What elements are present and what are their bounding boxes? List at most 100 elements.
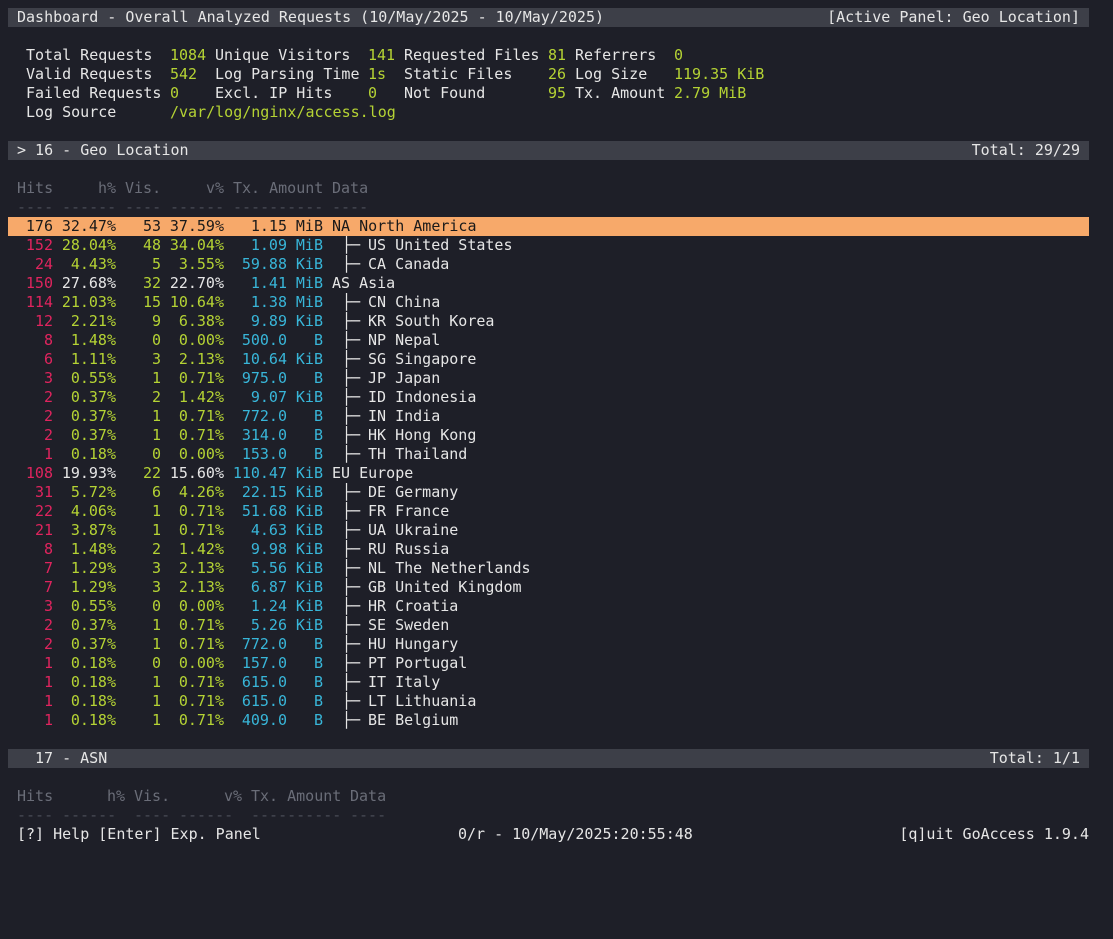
hits-cell: 108	[25, 464, 53, 482]
geo-country-row[interactable]: 3 0.55% 1 0.71% 975.0 B ├─ JP Japan	[0, 369, 1113, 388]
visitors-cell: 48	[142, 236, 161, 254]
stats-row: Total Requests 1084 Unique Visitors 141 Requ…	[0, 46, 1113, 65]
geo-country-row[interactable]: 8 1.48% 2 1.42% 9.98 KiB ├─ RU Russia	[0, 540, 1113, 559]
visitors-percent-cell: 0.00%	[178, 654, 224, 672]
tx-amount-cell: 59.88	[241, 255, 287, 273]
asn-panel-header[interactable]: 17 - ASN Total: 1/1	[8, 749, 1089, 768]
geo-location-panel-title[interactable]: > 16 - Geo Location	[17, 141, 189, 160]
visitors-cell: 1	[151, 711, 161, 729]
asn-panel-title[interactable]: 17 - ASN	[35, 749, 107, 768]
stat-value: 1s	[368, 65, 387, 83]
visitors-cell: 2	[151, 388, 161, 406]
hits-percent-cell: 4.06%	[70, 502, 116, 520]
tx-amount-cell: 157.0	[241, 654, 287, 672]
hits-percent-cell: 0.18%	[70, 673, 116, 691]
tx-unit-cell: B	[313, 635, 323, 653]
hits-cell: 150	[25, 274, 53, 292]
geo-location-panel-header[interactable]: > 16 - Geo Location Total: 29/29	[8, 141, 1089, 160]
hits-cell: 7	[43, 559, 53, 577]
visitors-cell: 1	[151, 407, 161, 425]
visitors-cell: 3	[151, 578, 161, 596]
geo-country-row[interactable]: 152 28.04% 48 34.04% 1.09 MiB ├─ US United Stat…	[0, 236, 1113, 255]
tx-unit-cell: KiB	[295, 483, 323, 501]
geo-country-row[interactable]: 1 0.18% 1 0.71% 409.0 B ├─ BE Belgium	[0, 711, 1113, 730]
geo-country-row[interactable]: 1 0.18% 0 0.00% 153.0 B ├─ TH Thailand	[0, 445, 1113, 464]
geo-country-row[interactable]: 1 0.18% 1 0.71% 615.0 B ├─ LT Lithuania	[0, 692, 1113, 711]
tx-amount-cell: 5.26	[250, 616, 287, 634]
geo-group-row[interactable]: 150 27.68% 32 22.70% 1.41 MiB AS Asia	[0, 274, 1113, 293]
tx-unit-cell: B	[313, 331, 323, 349]
tree-branch: ├─	[342, 578, 361, 596]
geo-country-row[interactable]: 22 4.06% 1 0.71% 51.68 KiB ├─ FR France	[0, 502, 1113, 521]
tx-amount-cell: 6.87	[250, 578, 287, 596]
tx-amount-cell: 110.47	[232, 464, 287, 482]
location-name: IN India	[368, 407, 441, 425]
hits-cell: 152	[25, 236, 53, 254]
geo-country-row[interactable]: 8 1.48% 0 0.00% 500.0 B ├─ NP Nepal	[0, 331, 1113, 350]
stat-label: Excl. IP Hits	[215, 84, 333, 102]
col-data: Data	[332, 179, 369, 197]
stat-label: Referrers	[575, 46, 657, 64]
footer-bar: [?] Help [Enter] Exp. Panel 0/r - 10/May…	[0, 825, 1113, 844]
geo-country-row[interactable]: 12 2.21% 9 6.38% 9.89 KiB ├─ KR South Korea	[0, 312, 1113, 331]
hits-cell: 1	[43, 692, 53, 710]
location-name: JP Japan	[368, 369, 441, 387]
location-name: NA North America	[332, 217, 477, 235]
tx-unit-cell: KiB	[295, 350, 323, 368]
tx-amount-cell: 5.56	[250, 559, 287, 577]
geo-country-row[interactable]: 2 0.37% 1 0.71% 314.0 B ├─ HK Hong Kong	[0, 426, 1113, 445]
geo-country-row[interactable]: 7 1.29% 3 2.13% 5.56 KiB ├─ NL The Netherlands	[0, 559, 1113, 578]
location-name: SG Singapore	[368, 350, 477, 368]
geo-location-total: Total: 29/29	[971, 141, 1080, 159]
geo-country-row[interactable]: 2 0.37% 1 0.71% 772.0 B ├─ IN India	[0, 407, 1113, 426]
visitors-cell: 3	[151, 350, 161, 368]
tx-unit-cell: KiB	[295, 521, 323, 539]
tree-branch: ├─	[342, 445, 361, 463]
hits-cell: 3	[43, 369, 53, 387]
geo-country-row[interactable]: 24 4.43% 5 3.55% 59.88 KiB ├─ CA Canada	[0, 255, 1113, 274]
tx-unit-cell: B	[313, 673, 323, 691]
geo-country-row[interactable]: 21 3.87% 1 0.71% 4.63 KiB ├─ UA Ukraine	[0, 521, 1113, 540]
geo-country-row[interactable]: 6 1.11% 3 2.13% 10.64 KiB ├─ SG Singapore	[0, 350, 1113, 369]
geo-country-row[interactable]: 1 0.18% 0 0.00% 157.0 B ├─ PT Portugal	[0, 654, 1113, 673]
tx-amount-cell: 9.98	[250, 540, 287, 558]
dashboard-title: Dashboard - Overall Analyzed Requests (1…	[17, 8, 604, 26]
quit-hint[interactable]: [q]uit GoAccess 1.9.4	[899, 825, 1089, 844]
location-name: LT Lithuania	[368, 692, 477, 710]
visitors-cell: 1	[151, 369, 161, 387]
geo-group-row[interactable]: 176 32.47% 53 37.59% 1.15 MiB NA North America	[0, 217, 1113, 236]
tree-branch: ├─	[342, 654, 361, 672]
visitors-cell: 0	[151, 597, 161, 615]
geo-group-row[interactable]: 108 19.93% 22 15.60% 110.47 KiB EU Europe	[0, 464, 1113, 483]
visitors-percent-cell: 2.13%	[178, 559, 224, 577]
visitors-cell: 2	[151, 540, 161, 558]
geo-country-row[interactable]: 7 1.29% 3 2.13% 6.87 KiB ├─ GB United Kingdom	[0, 578, 1113, 597]
asn-dash-hits-percent: ------	[62, 806, 117, 824]
geo-country-row[interactable]: 2 0.37% 1 0.71% 5.26 KiB ├─ SE Sweden	[0, 616, 1113, 635]
visitors-percent-cell: 1.42%	[178, 540, 224, 558]
hits-cell: 7	[43, 578, 53, 596]
stat-value: 542	[170, 65, 198, 83]
visitors-percent-cell: 34.04%	[169, 236, 224, 254]
tree-branch: ├─	[342, 673, 361, 691]
geo-country-row[interactable]: 3 0.55% 0 0.00% 1.24 KiB ├─ HR Croatia	[0, 597, 1113, 616]
help-hint[interactable]: [?] Help [Enter] Exp. Panel	[17, 825, 261, 844]
geo-country-row[interactable]: 2 0.37% 2 1.42% 9.07 KiB ├─ ID Indonesia	[0, 388, 1113, 407]
geo-country-row[interactable]: 2 0.37% 1 0.71% 772.0 B ├─ HU Hungary	[0, 635, 1113, 654]
location-name: RU Russia	[368, 540, 450, 558]
tx-amount-cell: 10.64	[241, 350, 287, 368]
tree-branch: ├─	[342, 255, 361, 273]
col-visitors: Vis.	[125, 179, 162, 197]
geo-country-row[interactable]: 31 5.72% 6 4.26% 22.15 KiB ├─ DE Germany	[0, 483, 1113, 502]
stats-row: Valid Requests 542 Log Parsing Time 1s Stati…	[0, 65, 1113, 84]
location-name: NP Nepal	[368, 331, 441, 349]
col-visitors-percent: v%	[206, 179, 225, 197]
tree-branch: ├─	[342, 236, 361, 254]
tx-amount-cell: 4.63	[250, 521, 287, 539]
geo-country-row[interactable]: 114 21.03% 15 10.64% 1.38 MiB ├─ CN China	[0, 293, 1113, 312]
stat-value: 2.79 MiB	[674, 84, 747, 102]
geo-country-row[interactable]: 1 0.18% 1 0.71% 615.0 B ├─ IT Italy	[0, 673, 1113, 692]
tree-branch: ├─	[342, 407, 361, 425]
asn-col-visitors-percent: v%	[224, 787, 243, 805]
tx-amount-cell: 9.07	[250, 388, 287, 406]
